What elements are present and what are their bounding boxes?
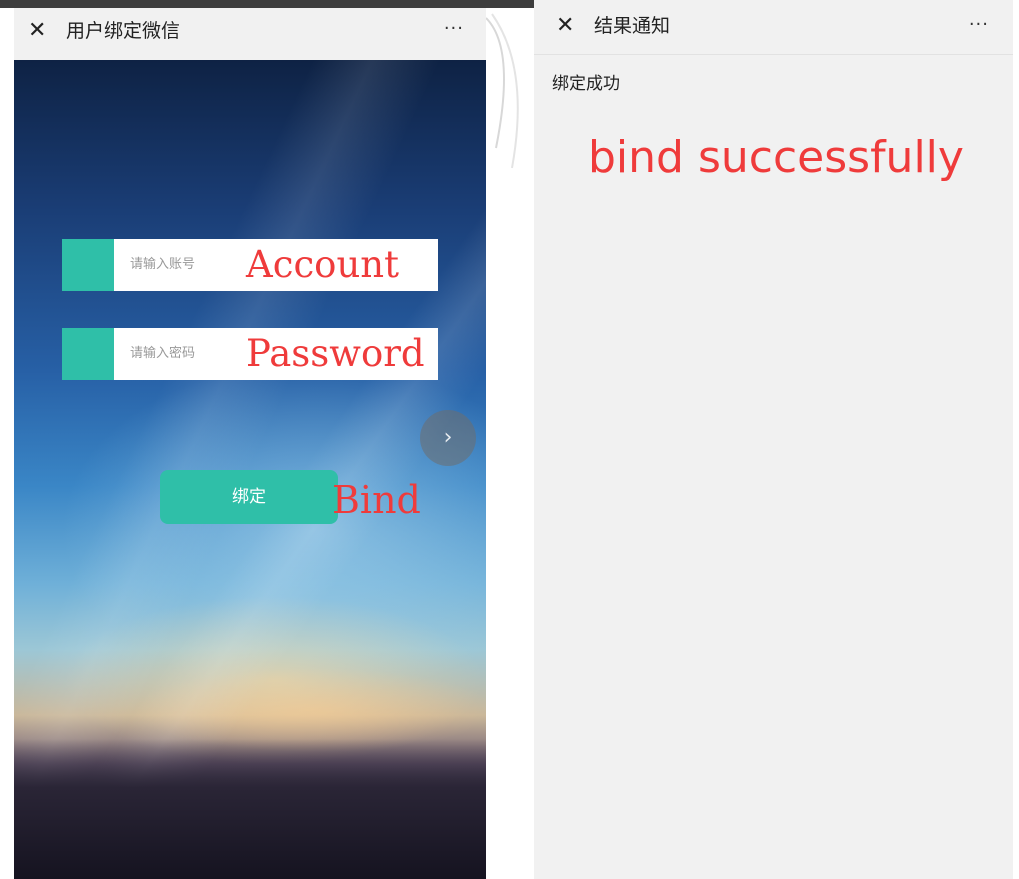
- bind-button[interactable]: 绑定: [160, 470, 338, 524]
- bind-annotation: Bind: [332, 478, 421, 522]
- account-field[interactable]: 请输入账号 Account: [62, 239, 438, 291]
- result-notice-screen: ✕ 结果通知 ··· 绑定成功 bind successfully: [534, 0, 1019, 879]
- page-title: 用户绑定微信: [66, 20, 181, 42]
- more-icon[interactable]: ···: [969, 12, 989, 38]
- bind-wechat-screen: ✕ 用户绑定微信 ··· 请输入账号 Account 请输入密码 Passwor…: [14, 8, 486, 879]
- screen-divider: [485, 8, 534, 879]
- close-icon[interactable]: ✕: [28, 17, 46, 45]
- page-title: 结果通知: [594, 15, 671, 37]
- password-placeholder[interactable]: 请输入密码: [130, 328, 195, 380]
- password-annotation: Password: [246, 332, 425, 375]
- scroll-arrow-icon[interactable]: ›: [420, 410, 476, 466]
- ground-silhouette: [14, 739, 486, 879]
- nav-bar: ✕ 结果通知 ···: [534, 0, 1019, 55]
- password-field-accent: [62, 328, 114, 380]
- composite-screenshot: ✕ 用户绑定微信 ··· 请输入账号 Account 请输入密码 Passwor…: [0, 0, 1019, 879]
- close-icon[interactable]: ✕: [556, 12, 574, 40]
- result-annotation: bind successfully: [588, 132, 964, 183]
- password-field[interactable]: 请输入密码 Password: [62, 328, 438, 380]
- result-message: 绑定成功: [552, 74, 620, 94]
- more-icon[interactable]: ···: [444, 16, 464, 42]
- account-placeholder[interactable]: 请输入账号: [130, 239, 195, 291]
- nav-bar: ✕ 用户绑定微信 ···: [14, 8, 486, 60]
- account-field-accent: [62, 239, 114, 291]
- divider-arc-decoration: [485, 13, 519, 169]
- right-edge: [1013, 0, 1019, 879]
- account-annotation: Account: [246, 243, 399, 286]
